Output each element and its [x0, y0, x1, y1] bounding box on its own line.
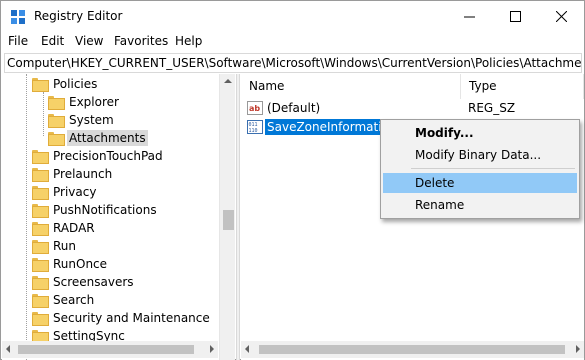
close-button[interactable]: [538, 1, 584, 32]
scrollbar-thumb[interactable]: [223, 210, 234, 230]
menu-edit[interactable]: Edit: [41, 34, 64, 48]
folder-icon: [32, 78, 49, 92]
tree-item-label: Security and Maintenance: [53, 311, 210, 325]
tree-item-precisiontouchpad[interactable]: PrecisionTouchPad: [32, 147, 165, 165]
folder-icon: [48, 96, 65, 110]
folder-icon: [32, 276, 49, 290]
scrollbar-thumb[interactable]: [18, 345, 194, 354]
tree-item-prelaunch[interactable]: Prelaunch: [32, 165, 114, 183]
tree-connector-line: [26, 74, 27, 360]
scroll-right-arrow-icon[interactable]: [210, 345, 214, 353]
folder-icon: [32, 222, 49, 236]
scrollbar-thumb[interactable]: [259, 345, 565, 354]
registry-app-icon: [11, 10, 25, 24]
maximize-icon: [509, 11, 521, 22]
tree-item-attachments[interactable]: Attachments: [48, 129, 148, 147]
tree-connector-line: [43, 92, 44, 136]
tree-item-label: System: [69, 113, 114, 127]
tree-item-system[interactable]: System: [48, 111, 116, 129]
window-title: Registry Editor: [34, 9, 123, 23]
binary-value-icon: 011 110: [247, 120, 263, 134]
menu-view[interactable]: View: [75, 34, 103, 48]
menu-help[interactable]: Help: [175, 34, 202, 48]
tree-item-run[interactable]: Run: [32, 237, 78, 255]
tree-item-label: Screensavers: [53, 275, 134, 289]
title-bar[interactable]: Registry Editor: [1, 1, 584, 32]
context-menu-delete[interactable]: Delete: [383, 173, 577, 193]
folder-icon: [32, 312, 49, 326]
tree-item-security-and-maintenance[interactable]: Security and Maintenance: [32, 309, 212, 327]
tree-item-label: Explorer: [69, 95, 119, 109]
context-menu-rename[interactable]: Rename: [383, 195, 577, 215]
key-tree-pane[interactable]: Policies Explorer System Attachments Pre…: [2, 74, 235, 360]
tree-item-policies[interactable]: Policies: [32, 75, 99, 93]
tree-item-pushnotifications[interactable]: PushNotifications: [32, 201, 159, 219]
scroll-left-arrow-icon[interactable]: [245, 345, 249, 353]
tree-item-label: PushNotifications: [53, 203, 157, 217]
column-header-name[interactable]: Name: [241, 74, 461, 99]
value-name: (Default): [267, 101, 321, 115]
scroll-up-arrow-icon[interactable]: [224, 79, 232, 83]
tree-item-runonce[interactable]: RunOnce: [32, 255, 109, 273]
tree-horizontal-scrollbar[interactable]: [2, 341, 218, 358]
minimize-button[interactable]: [446, 1, 492, 32]
context-menu-modify-binary-data[interactable]: Modify Binary Data...: [383, 145, 577, 165]
tree-item-label: Privacy: [53, 185, 97, 199]
close-icon: [555, 11, 567, 22]
tree-item-label: Prelaunch: [53, 167, 113, 181]
tree-item-label: Search: [53, 293, 95, 307]
tree-item-label: Run: [53, 239, 77, 253]
value-name: SaveZoneInformation: [263, 118, 400, 136]
value-row-savezoneinformation[interactable]: 011 110 SaveZoneInformation: [247, 118, 400, 136]
column-header-type[interactable]: Type: [461, 74, 584, 99]
context-menu-modify[interactable]: Modify...: [383, 123, 577, 143]
context-menu: Modify... Modify Binary Data... Delete R…: [380, 119, 580, 219]
tree-vertical-scrollbar[interactable]: [219, 74, 235, 360]
folder-icon: [32, 258, 49, 272]
tree-item-label: Policies: [53, 77, 98, 91]
folder-icon: [32, 240, 49, 254]
maximize-button[interactable]: [492, 1, 538, 32]
string-value-icon: ab: [247, 101, 263, 115]
minimize-icon: [463, 16, 475, 18]
folder-icon: [32, 204, 49, 218]
menu-favorites[interactable]: Favorites: [114, 34, 168, 48]
folder-icon: [32, 186, 49, 200]
tree-item-label: RunOnce: [53, 257, 108, 271]
tree-item-label: RADAR: [53, 221, 95, 235]
tree-item-explorer[interactable]: Explorer: [48, 93, 121, 111]
folder-icon: [32, 168, 49, 182]
tree-item-label: Attachments: [67, 130, 148, 146]
svg-text:ab: ab: [249, 104, 260, 113]
address-bar[interactable]: Computer\HKEY_CURRENT_USER\Software\Micr…: [4, 53, 582, 73]
menu-bar: File Edit View Favorites Help: [1, 32, 584, 51]
folder-icon: [32, 294, 49, 308]
tree-item-radar[interactable]: RADAR: [32, 219, 97, 237]
pane-splitter[interactable]: [236, 74, 240, 360]
tree-item-privacy[interactable]: Privacy: [32, 183, 98, 201]
svg-text:110: 110: [249, 128, 258, 134]
scroll-left-arrow-icon[interactable]: [6, 345, 10, 353]
tree-item-search[interactable]: Search: [32, 291, 96, 309]
tree-item-label: PrecisionTouchPad: [53, 149, 163, 163]
list-horizontal-scrollbar[interactable]: [241, 341, 584, 358]
scroll-right-arrow-icon[interactable]: [576, 345, 580, 353]
tree-item-screensavers[interactable]: Screensavers: [32, 273, 136, 291]
folder-icon: [48, 132, 65, 146]
folder-icon: [32, 150, 49, 164]
value-row-default[interactable]: ab (Default): [247, 99, 322, 117]
value-type: REG_SZ: [468, 101, 516, 115]
registry-editor-window: Registry Editor File Edit View Favorites…: [0, 0, 585, 360]
folder-icon: [48, 114, 65, 128]
context-menu-separator: [411, 168, 575, 169]
menu-file[interactable]: File: [8, 34, 28, 48]
